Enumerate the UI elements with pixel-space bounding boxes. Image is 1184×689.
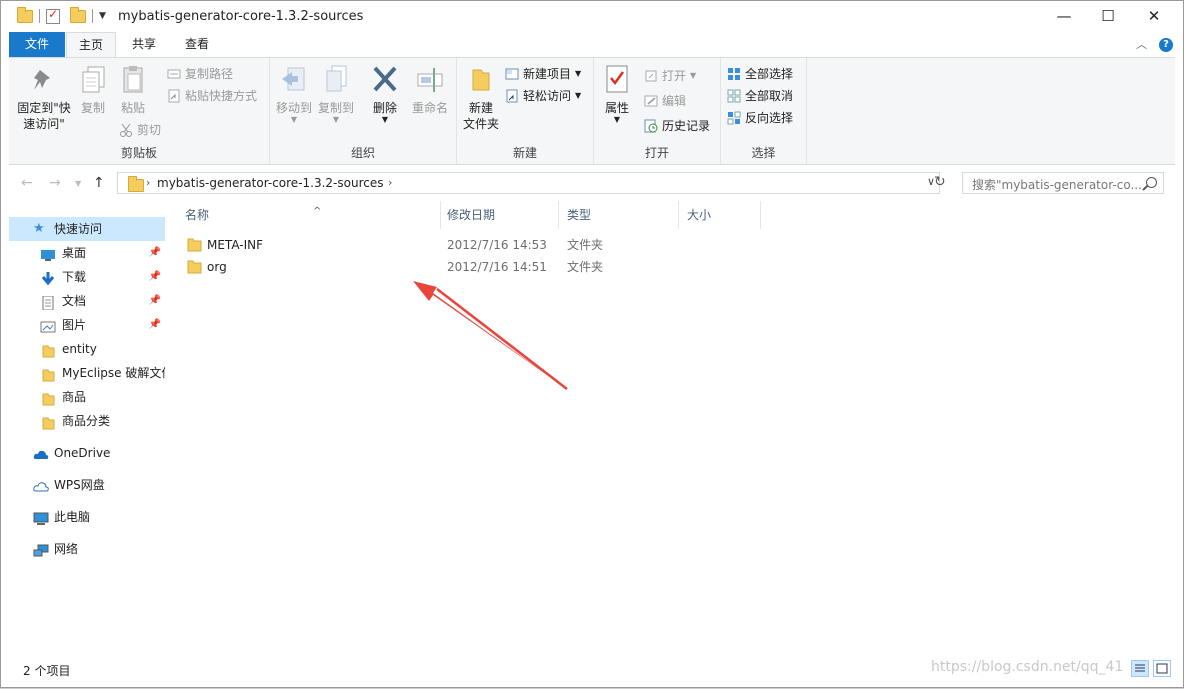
large-icons-view-icon[interactable]: [1153, 660, 1171, 677]
explorer-window: ▼ mybatis-generator-core-1.3.2-sources —…: [0, 0, 1184, 688]
watermark: https://blog.csdn.net/qq_41: [931, 659, 1124, 675]
annotation-arrow: [413, 281, 568, 390]
status-bar: 2 个项目 https://blog.csdn.net/qq_41: [9, 657, 1175, 681]
item-count: 2 个项目: [23, 664, 71, 678]
details-view-icon[interactable]: [1131, 660, 1149, 677]
